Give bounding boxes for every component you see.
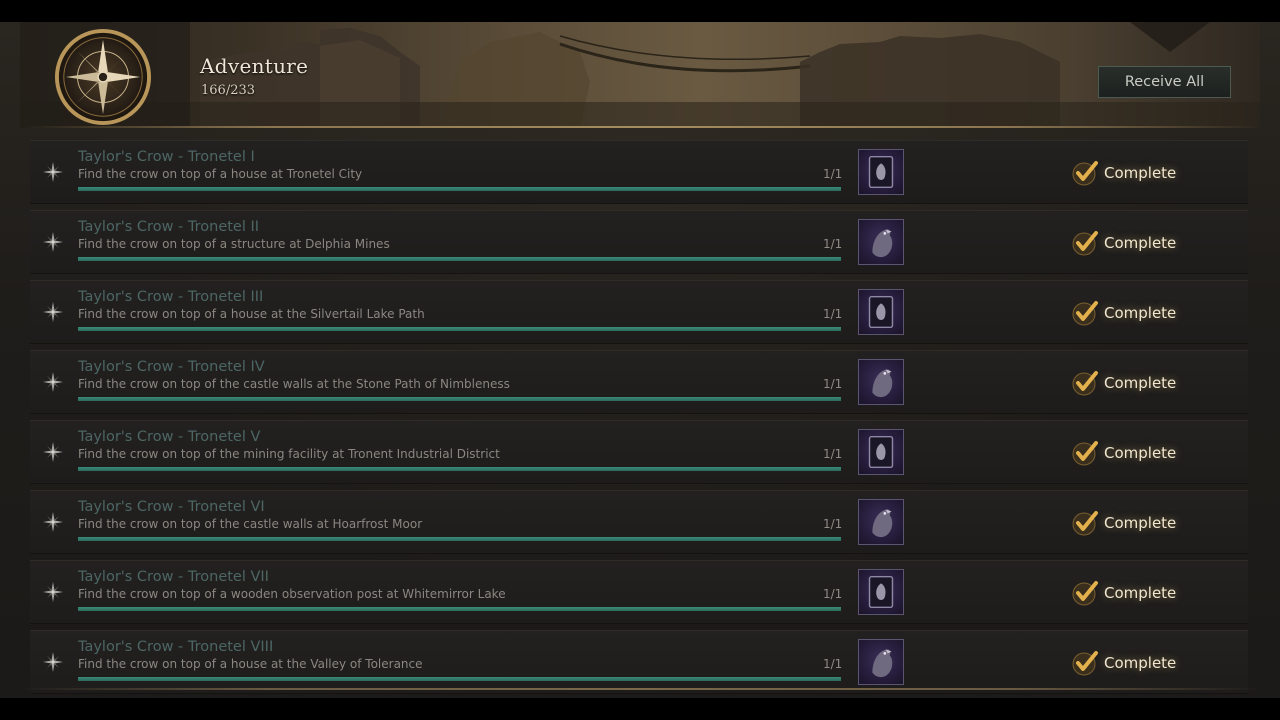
- checkmark-icon: [1072, 161, 1098, 186]
- quest-name: Taylor's Crow - Tronetel VIII: [78, 639, 274, 655]
- quest-progress-count: 1/1: [823, 307, 843, 321]
- status-label: Complete: [1104, 164, 1177, 182]
- quest-progress-fill: [78, 257, 841, 261]
- compass-star-icon: [43, 302, 63, 322]
- complete-status: Complete: [1072, 439, 1176, 467]
- quest-progress-fill: [78, 187, 841, 191]
- complete-status: Complete: [1072, 299, 1176, 327]
- quest-progress-fill: [78, 607, 841, 611]
- complete-status: Complete: [1072, 229, 1176, 257]
- quest-progress-count: 1/1: [823, 237, 843, 251]
- quest-progress-count: 1/1: [823, 447, 843, 461]
- quest-row[interactable]: Taylor's Crow - Tronetel IV Find the cro…: [30, 350, 1248, 414]
- checkmark-icon: [1072, 371, 1098, 396]
- compass-star-icon: [43, 582, 63, 602]
- quest-progress-bar: [78, 397, 841, 401]
- quest-description: Find the crow on top of a wooden observa…: [78, 587, 506, 601]
- footer-divider: [20, 688, 1260, 690]
- quest-progress-fill: [78, 537, 841, 541]
- reward-crow-icon[interactable]: [858, 359, 904, 405]
- quest-description: Find the crow on top of the castle walls…: [78, 377, 510, 391]
- compass-star-icon: [43, 442, 63, 462]
- checkmark-icon: [1072, 581, 1098, 606]
- quest-row[interactable]: Taylor's Crow - Tronetel I Find the crow…: [30, 140, 1248, 204]
- quest-name: Taylor's Crow - Tronetel I: [78, 149, 255, 165]
- status-label: Complete: [1104, 374, 1177, 392]
- quest-list: Taylor's Crow - Tronetel I Find the crow…: [30, 140, 1248, 700]
- complete-status: Complete: [1072, 509, 1176, 537]
- quest-row[interactable]: Taylor's Crow - Tronetel II Find the cro…: [30, 210, 1248, 274]
- quest-progress-fill: [78, 397, 841, 401]
- quest-row[interactable]: Taylor's Crow - Tronetel III Find the cr…: [30, 280, 1248, 344]
- reward-crow-icon[interactable]: [858, 499, 904, 545]
- page-title: Adventure: [200, 54, 309, 78]
- receive-all-button[interactable]: Receive All: [1098, 66, 1231, 98]
- quest-progress-count: 1/1: [823, 517, 843, 531]
- reward-card-icon[interactable]: [858, 429, 904, 475]
- checkmark-icon: [1072, 441, 1098, 466]
- quest-name: Taylor's Crow - Tronetel VI: [78, 499, 265, 515]
- compass-icon: [54, 28, 152, 126]
- quest-name: Taylor's Crow - Tronetel IV: [78, 359, 265, 375]
- quest-progress-count: 1/1: [823, 377, 843, 391]
- quest-progress-count: 1/1: [823, 657, 843, 671]
- complete-status: Complete: [1072, 579, 1176, 607]
- compass-star-icon: [43, 372, 63, 392]
- compass-star-icon: [43, 232, 63, 252]
- quest-progress-bar: [78, 257, 841, 261]
- checkmark-icon: [1072, 511, 1098, 536]
- quest-progress-fill: [78, 677, 841, 681]
- quest-name: Taylor's Crow - Tronetel VII: [78, 569, 269, 585]
- complete-status: Complete: [1072, 649, 1176, 677]
- complete-status: Complete: [1072, 369, 1176, 397]
- compass-star-icon: [43, 652, 63, 672]
- reward-card-icon[interactable]: [858, 149, 904, 195]
- quest-description: Find the crow on top of a house at Trone…: [78, 167, 363, 181]
- quest-progress-bar: [78, 607, 841, 611]
- quest-progress-count: 1/1: [823, 167, 843, 181]
- quest-row[interactable]: Taylor's Crow - Tronetel VIII Find the c…: [30, 630, 1248, 694]
- quest-description: Find the crow on top of a structure at D…: [78, 237, 390, 251]
- reward-card-icon[interactable]: [858, 289, 904, 335]
- complete-status: Complete: [1072, 159, 1176, 187]
- quest-description: Find the crow on top of a house at the S…: [78, 307, 425, 321]
- checkmark-icon: [1072, 301, 1098, 326]
- quest-progress-bar: [78, 467, 841, 471]
- quest-description: Find the crow on top of the castle walls…: [78, 517, 423, 531]
- reward-card-icon[interactable]: [858, 569, 904, 615]
- quest-progress-fill: [78, 327, 841, 331]
- adventure-header: Adventure 166/233 Receive All: [20, 22, 1260, 128]
- status-label: Complete: [1104, 654, 1177, 672]
- status-label: Complete: [1104, 584, 1177, 602]
- reward-crow-icon[interactable]: [858, 639, 904, 685]
- checkmark-icon: [1072, 651, 1098, 676]
- quest-progress-bar: [78, 537, 841, 541]
- quest-name: Taylor's Crow - Tronetel V: [78, 429, 261, 445]
- compass-star-icon: [43, 512, 63, 532]
- quest-row[interactable]: Taylor's Crow - Tronetel VII Find the cr…: [30, 560, 1248, 624]
- adventure-progress-count: 166/233: [201, 83, 256, 98]
- quest-name: Taylor's Crow - Tronetel II: [78, 219, 260, 235]
- quest-progress-fill: [78, 467, 841, 471]
- quest-progress-bar: [78, 187, 841, 191]
- quest-row[interactable]: Taylor's Crow - Tronetel VI Find the cro…: [30, 490, 1248, 554]
- status-label: Complete: [1104, 234, 1177, 252]
- checkmark-icon: [1072, 231, 1098, 256]
- adventure-panel: Adventure 166/233 Receive All Taylor's C…: [0, 22, 1280, 698]
- quest-description: Find the crow on top of the mining facil…: [78, 447, 500, 461]
- status-label: Complete: [1104, 304, 1177, 322]
- quest-description: Find the crow on top of a house at the V…: [78, 657, 423, 671]
- quest-progress-bar: [78, 677, 841, 681]
- quest-row[interactable]: Taylor's Crow - Tronetel V Find the crow…: [30, 420, 1248, 484]
- status-label: Complete: [1104, 444, 1177, 462]
- quest-progress-bar: [78, 327, 841, 331]
- reward-crow-icon[interactable]: [858, 219, 904, 265]
- compass-star-icon: [43, 162, 63, 182]
- quest-progress-count: 1/1: [823, 587, 843, 601]
- status-label: Complete: [1104, 514, 1177, 532]
- quest-name: Taylor's Crow - Tronetel III: [78, 289, 264, 305]
